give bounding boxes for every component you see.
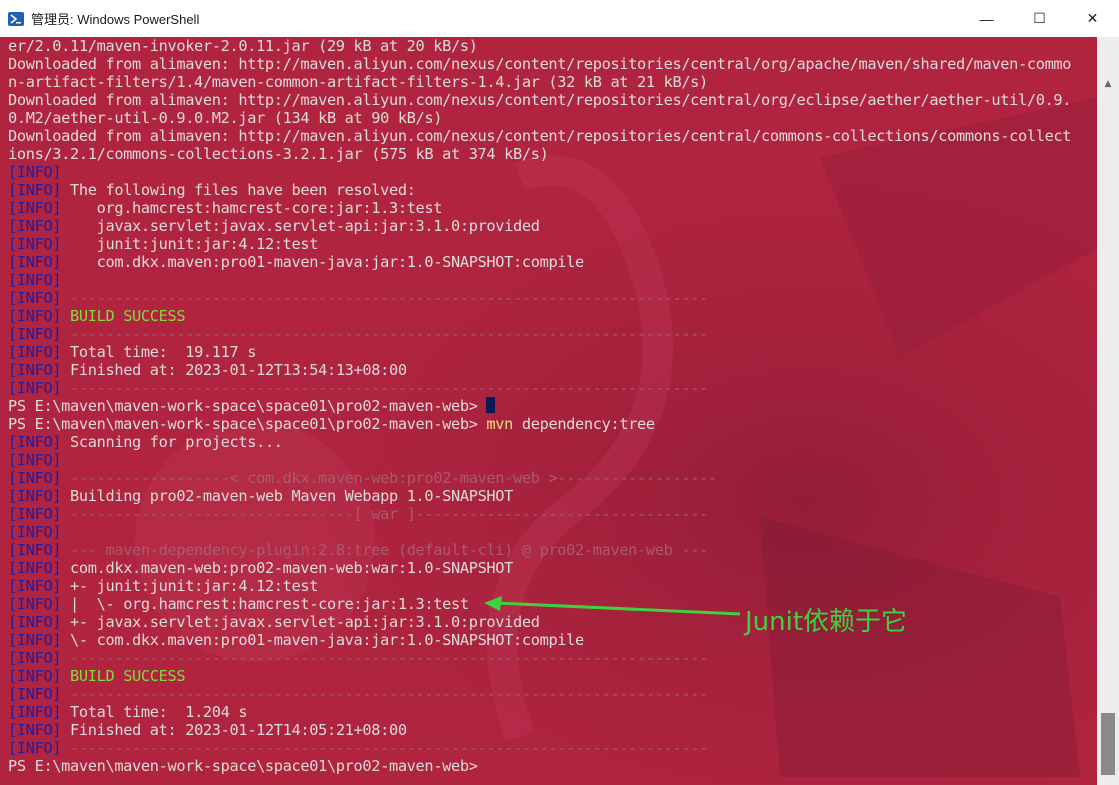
scrollbar[interactable]: ▲ ▼ (1097, 37, 1119, 785)
powershell-window: 管理员: Windows PowerShell — ☐ ✕ er/2.0.11/… (0, 0, 1119, 785)
scroll-up-icon[interactable]: ▲ (1102, 79, 1114, 91)
annotation-arrow (484, 596, 741, 616)
annotation-label: Junit依赖于它 (745, 607, 908, 637)
scroll-thumb[interactable] (1101, 713, 1115, 775)
